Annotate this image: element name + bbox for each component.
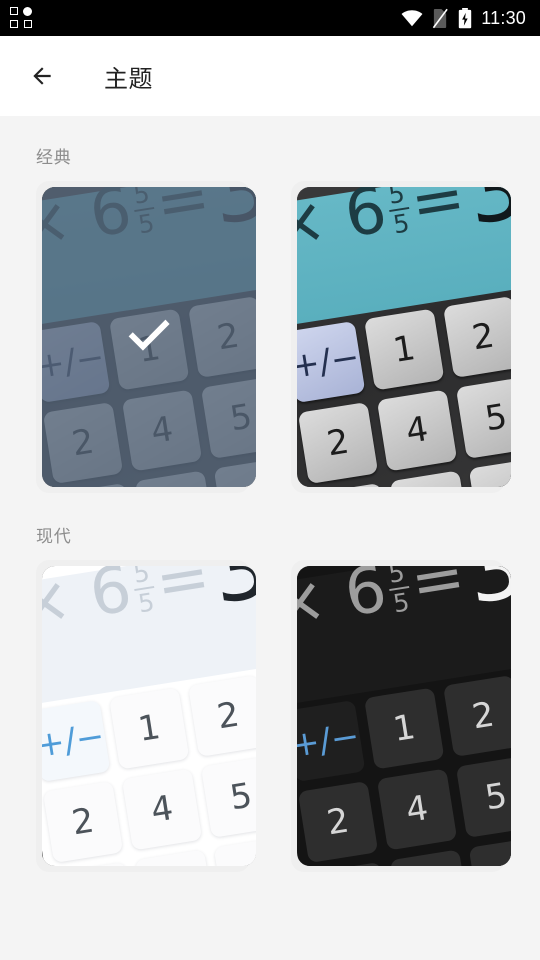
back-button[interactable] <box>18 52 66 100</box>
key: 1 <box>364 308 445 391</box>
key: 8 <box>213 836 256 866</box>
battery-charging-icon <box>458 7 472 29</box>
theme-card-modern-dark[interactable]: ONPLUS × 6 5 5 = 36 <box>291 560 511 872</box>
expr-left: × 6 <box>42 566 137 643</box>
section-header-classic: 经典 <box>36 148 72 167</box>
key: 1 <box>310 861 392 866</box>
wifi-icon <box>401 9 423 27</box>
theme-card-classic-selected[interactable]: ONPLUS × 6 5 5 = 36 <box>36 181 256 493</box>
status-bar-clock: 11:30 <box>481 7 526 28</box>
theme-preview-image: ONPLUS × 6 5 5 = 36 <box>42 566 256 866</box>
key: 7 <box>389 849 471 866</box>
key: +/− <box>297 699 366 783</box>
key: 7 <box>134 849 216 866</box>
fraction-denominator: 5 <box>391 207 412 239</box>
calculator-preview: ONPLUS × 6 5 5 = 36 <box>297 187 511 487</box>
calculator-preview: ONPLUS × 6 5 5 = 36 <box>42 566 256 866</box>
selected-overlay <box>42 187 256 487</box>
key: 5 <box>200 755 256 838</box>
section-header-modern: 现代 <box>36 527 72 546</box>
expr-left: × 6 <box>297 187 392 264</box>
key: 8 <box>468 457 511 487</box>
arrow-back-icon <box>29 63 55 89</box>
app-grid-icon <box>10 7 32 29</box>
key: 2 <box>443 295 511 378</box>
fraction-numerator: 5 <box>386 566 407 589</box>
key: 4 <box>121 768 203 851</box>
key: 2 <box>297 401 379 484</box>
theme-preview-image: ONPLUS × 6 5 5 = 36 <box>42 187 256 487</box>
key: 1 <box>55 861 137 866</box>
fraction-denominator: 5 <box>136 586 157 618</box>
status-bar: 11:30 <box>0 0 540 36</box>
fraction-numerator: 5 <box>386 187 407 210</box>
equals-sign: = <box>150 566 216 621</box>
sim-card-off-icon <box>432 8 449 29</box>
theme-card-modern-light[interactable]: ONPLUS × 6 5 5 = 36 <box>36 560 256 872</box>
key: +/− <box>42 699 111 783</box>
key: 1 <box>310 482 392 487</box>
theme-row-classic: ONPLUS × 6 5 5 = 36 <box>0 181 540 493</box>
theme-preview-image: ONPLUS × 6 5 5 = 36 <box>297 187 511 487</box>
theme-preview-image: ONPLUS × 6 5 5 = 36 <box>297 566 511 866</box>
key: 2 <box>297 780 379 863</box>
fraction-numerator: 5 <box>131 566 152 589</box>
key: 4 <box>376 768 458 851</box>
equals-sign: = <box>405 566 471 621</box>
key: 5 <box>455 376 511 459</box>
key: 2 <box>188 674 256 757</box>
key: 4 <box>376 389 458 472</box>
key: 7 <box>389 470 471 487</box>
key: 8 <box>468 836 511 866</box>
theme-card-classic-alt[interactable]: ONPLUS × 6 5 5 = 36 <box>291 181 511 493</box>
status-bar-left <box>10 7 32 29</box>
result-value: 36 <box>460 187 511 245</box>
theme-list: 经典 ONPLUS × 6 5 5 <box>0 116 540 960</box>
result-value: 36 <box>460 566 511 624</box>
theme-row-modern: ONPLUS × 6 5 5 = 36 <box>0 560 540 872</box>
status-bar-right: 11:30 <box>401 7 526 29</box>
key: 1 <box>109 687 190 770</box>
section-modern: 现代 ONPLUS × 6 5 5 <box>0 493 540 872</box>
equals-sign: = <box>405 187 471 242</box>
calculator-preview: ONPLUS × 6 5 5 = 36 <box>297 566 511 866</box>
section-classic: 经典 ONPLUS × 6 5 5 <box>0 116 540 493</box>
expr-left: × 6 <box>297 566 392 643</box>
key: 5 <box>455 755 511 838</box>
key: 2 <box>42 780 124 863</box>
key: +/− <box>297 320 366 404</box>
result-value: 36 <box>205 566 256 624</box>
app-bar: 主题 <box>0 36 540 116</box>
fraction-denominator: 5 <box>391 586 412 618</box>
page-title: 主题 <box>104 65 153 93</box>
check-icon <box>123 311 175 363</box>
key: 1 <box>364 687 445 770</box>
key: 2 <box>443 674 511 757</box>
